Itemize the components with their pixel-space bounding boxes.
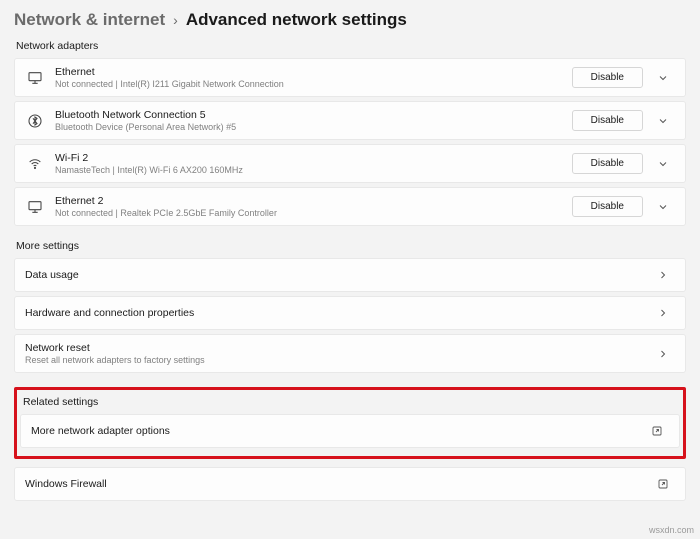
bluetooth-icon: [25, 111, 45, 131]
chevron-right-icon: [651, 348, 675, 360]
adapter-detail: NamasteTech | Intel(R) Wi-Fi 6 AX200 160…: [55, 165, 572, 175]
adapter-name: Ethernet: [55, 66, 572, 78]
section-related-settings: Related settings: [23, 396, 683, 408]
row-title: Windows Firewall: [25, 478, 651, 490]
chevron-down-icon[interactable]: [651, 201, 675, 213]
row-windows-firewall[interactable]: Windows Firewall: [14, 467, 686, 501]
row-subtitle: Reset all network adapters to factory se…: [25, 355, 651, 365]
row-title: Data usage: [25, 269, 651, 281]
row-data-usage[interactable]: Data usage: [14, 258, 686, 292]
breadcrumb-parent[interactable]: Network & internet: [14, 10, 165, 30]
adapter-name: Wi-Fi 2: [55, 152, 572, 164]
section-network-adapters: Network adapters: [16, 40, 686, 52]
row-title: Network reset: [25, 342, 651, 354]
adapter-row-wifi[interactable]: Wi-Fi 2 NamasteTech | Intel(R) Wi-Fi 6 A…: [14, 144, 686, 183]
chevron-down-icon[interactable]: [651, 158, 675, 170]
disable-button[interactable]: Disable: [572, 110, 643, 131]
disable-button[interactable]: Disable: [572, 67, 643, 88]
chevron-down-icon[interactable]: [651, 115, 675, 127]
chevron-down-icon[interactable]: [651, 72, 675, 84]
row-network-reset[interactable]: Network reset Reset all network adapters…: [14, 334, 686, 373]
adapter-detail: Not connected | Realtek PCIe 2.5GbE Fami…: [55, 208, 572, 218]
watermark: wsxdn.com: [649, 525, 694, 535]
wifi-icon: [25, 154, 45, 174]
open-external-icon: [645, 425, 669, 437]
breadcrumb: Network & internet › Advanced network se…: [14, 10, 686, 30]
adapter-name: Bluetooth Network Connection 5: [55, 109, 572, 121]
disable-button[interactable]: Disable: [572, 196, 643, 217]
page-title: Advanced network settings: [186, 10, 407, 30]
row-title: Hardware and connection properties: [25, 307, 651, 319]
chevron-right-icon: [651, 269, 675, 281]
chevron-right-icon: ›: [173, 12, 178, 28]
adapter-detail: Not connected | Intel(R) I211 Gigabit Ne…: [55, 79, 572, 89]
disable-button[interactable]: Disable: [572, 153, 643, 174]
adapter-list: Ethernet Not connected | Intel(R) I211 G…: [14, 58, 686, 226]
row-title: More network adapter options: [31, 425, 645, 437]
monitor-icon: [25, 197, 45, 217]
adapter-row-ethernet[interactable]: Ethernet Not connected | Intel(R) I211 G…: [14, 58, 686, 97]
adapter-name: Ethernet 2: [55, 195, 572, 207]
adapter-row-bluetooth[interactable]: Bluetooth Network Connection 5 Bluetooth…: [14, 101, 686, 140]
section-more-settings: More settings: [16, 240, 686, 252]
more-settings-list: Data usage Hardware and connection prope…: [14, 258, 686, 373]
highlight-related-settings: Related settings More network adapter op…: [14, 387, 686, 459]
adapter-row-ethernet2[interactable]: Ethernet 2 Not connected | Realtek PCIe …: [14, 187, 686, 226]
open-external-icon: [651, 478, 675, 490]
row-more-adapter-options[interactable]: More network adapter options: [20, 414, 680, 448]
monitor-icon: [25, 68, 45, 88]
adapter-detail: Bluetooth Device (Personal Area Network)…: [55, 122, 572, 132]
row-hardware-properties[interactable]: Hardware and connection properties: [14, 296, 686, 330]
chevron-right-icon: [651, 307, 675, 319]
